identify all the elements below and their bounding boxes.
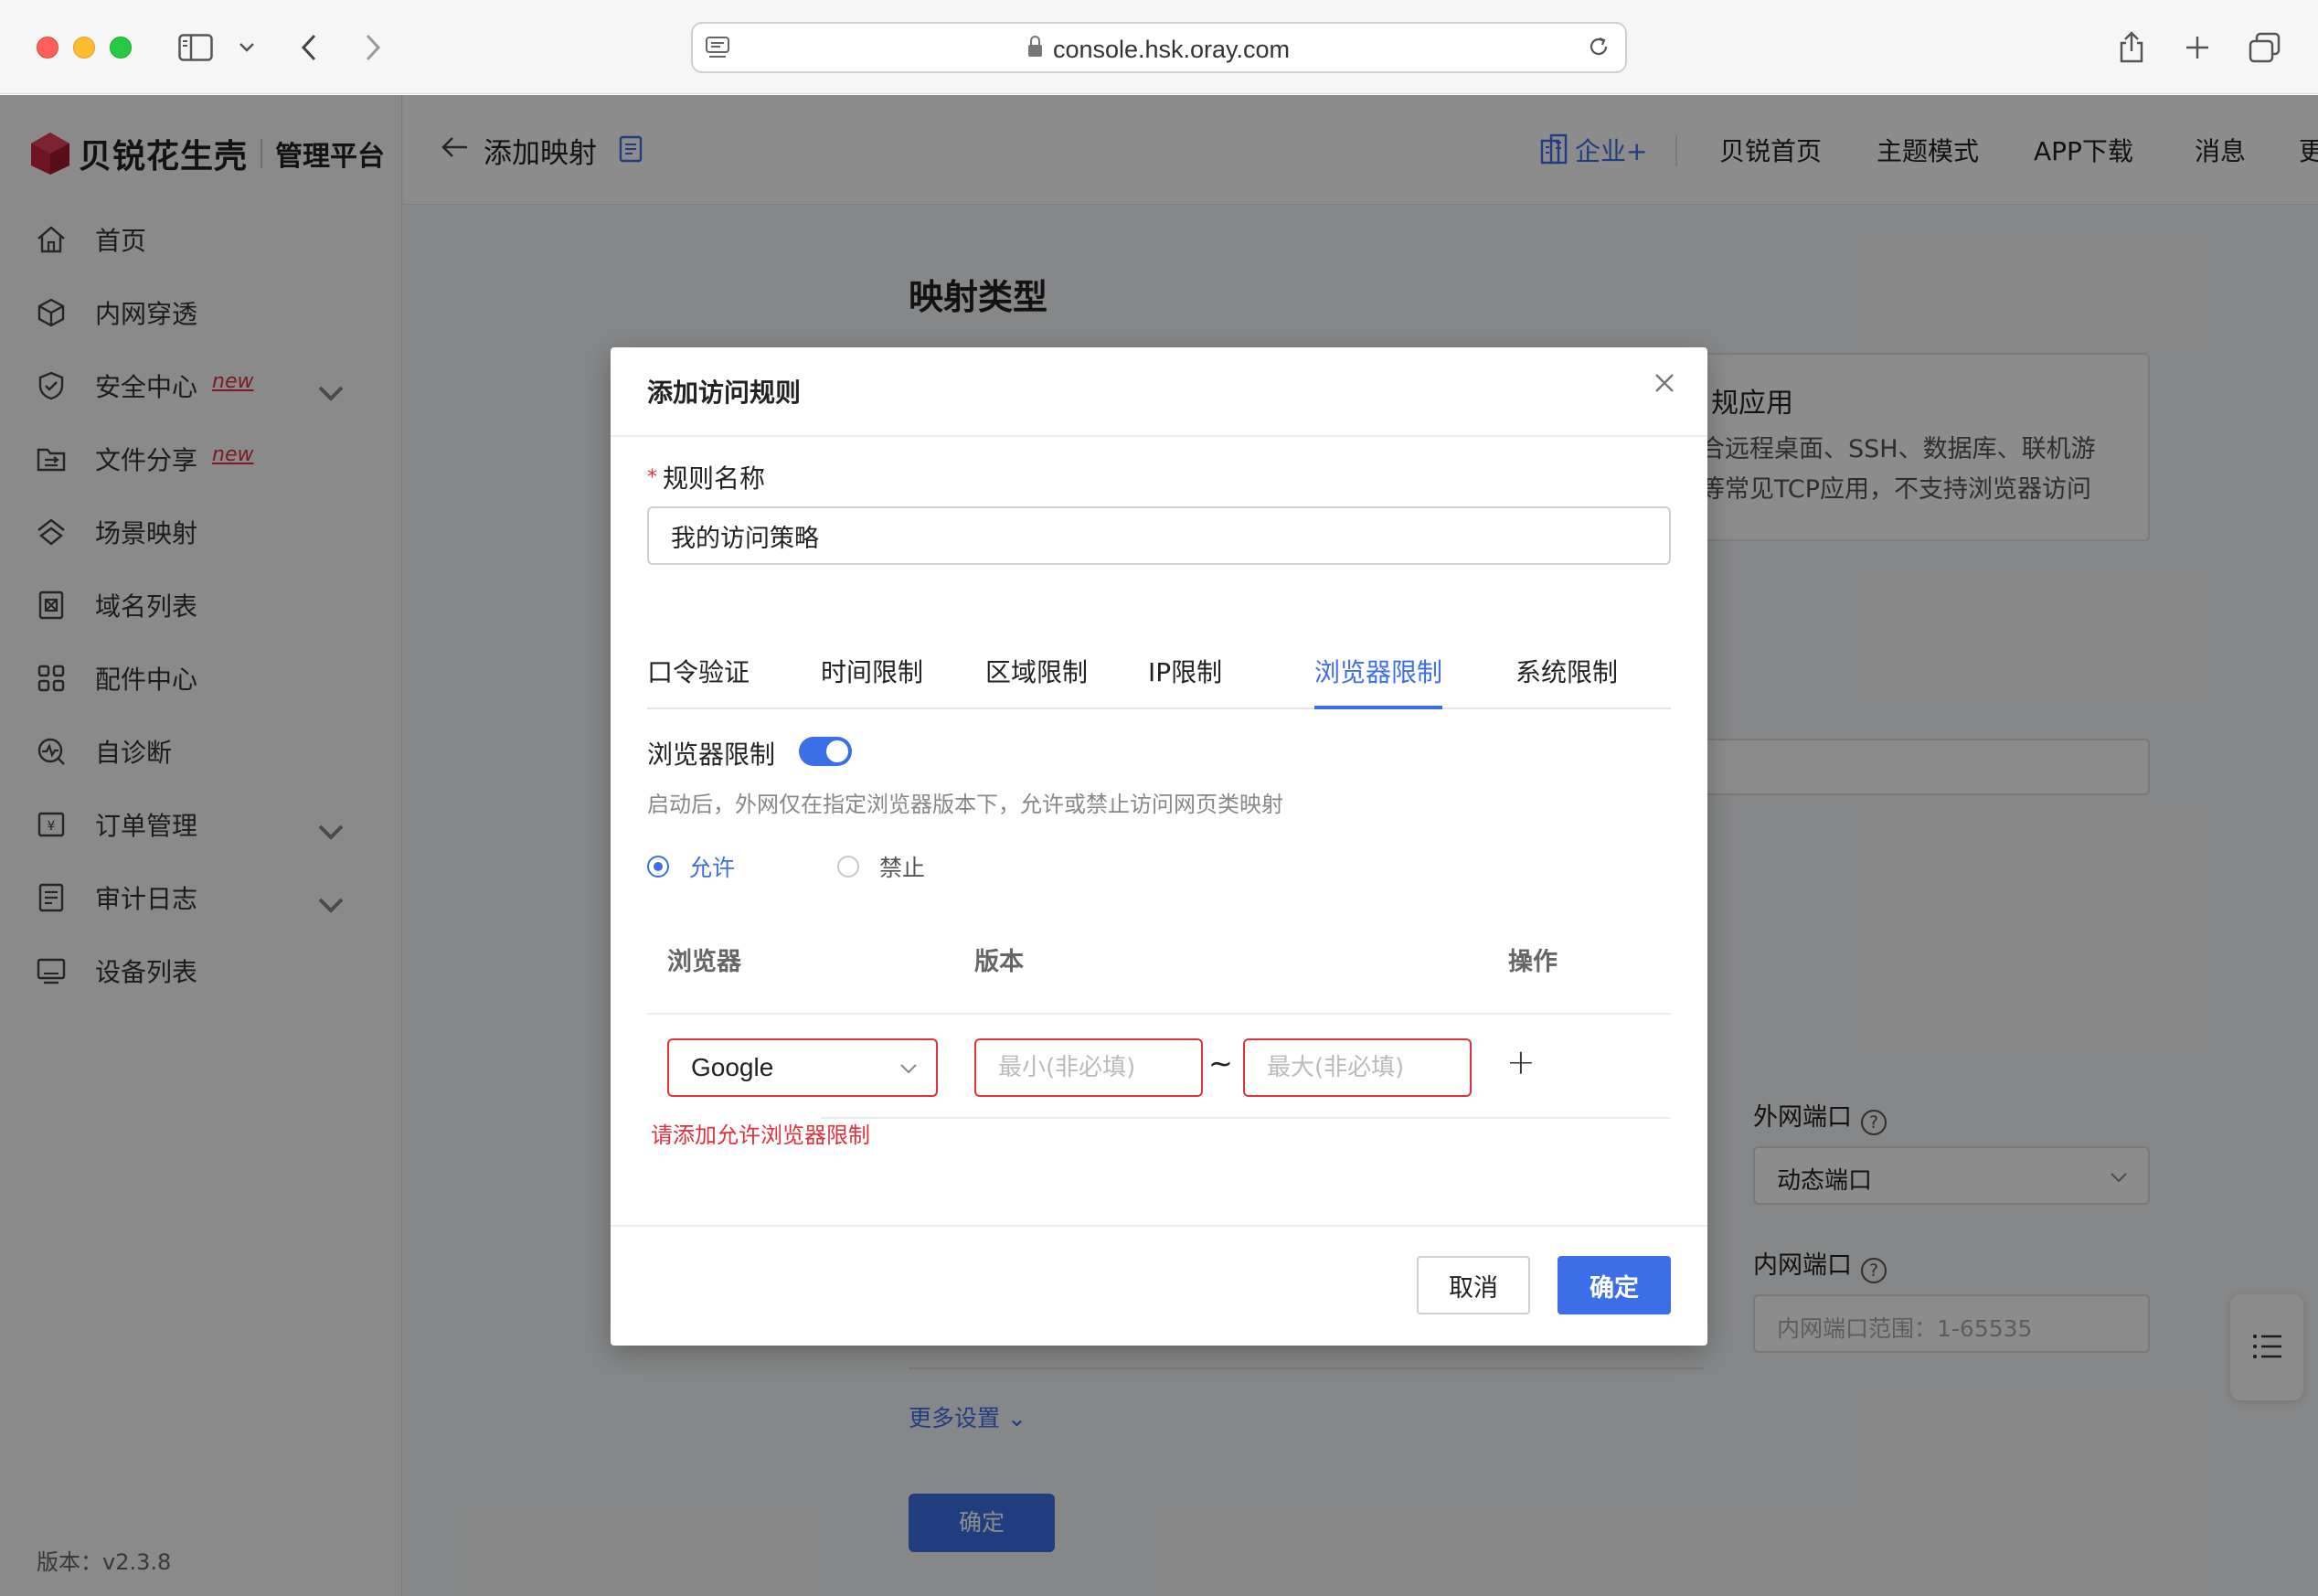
close-icon[interactable] [1651, 369, 1678, 397]
rule-name-label: * 规则名称 [647, 463, 766, 494]
column-header-action: 操作 [1508, 948, 1558, 976]
url-text: console.hsk.oray.com [1052, 36, 1291, 63]
share-icon[interactable] [2111, 27, 2152, 68]
tab-time[interactable]: 时间限制 [821, 653, 923, 709]
confirm-button[interactable]: 确定 [1558, 1256, 1671, 1314]
required-marker: * [647, 466, 657, 489]
restriction-hint: 启动后，外网仅在指定浏览器版本下，允许或禁止访问网页类映射 [647, 792, 1283, 817]
version-range-separator: ~ [1208, 1046, 1233, 1080]
table-divider [647, 1013, 1671, 1015]
sidebar-toggle-icon[interactable] [175, 27, 216, 68]
radio-allow-label: 允许 [689, 855, 736, 881]
minimize-window-button[interactable] [73, 37, 95, 59]
column-header-browser: 浏览器 [667, 948, 741, 976]
lock-icon [1027, 36, 1042, 58]
tab-password[interactable]: 口令验证 [647, 653, 750, 709]
tab-region[interactable]: 区域限制 [985, 653, 1088, 709]
chevron-down-icon [900, 1064, 917, 1074]
back-icon[interactable] [289, 27, 329, 68]
dialog-header: 添加访问规则 [611, 347, 1707, 437]
browser-restriction-label: 浏览器限制 [647, 739, 776, 770]
browser-restriction-toggle[interactable] [799, 737, 852, 766]
reload-icon[interactable] [1587, 35, 1611, 65]
forward-icon[interactable] [353, 27, 393, 68]
zoom-window-button[interactable] [110, 37, 132, 59]
radio-deny[interactable]: 禁止 [837, 850, 925, 883]
row-divider [821, 1117, 1671, 1119]
dialog-title: 添加访问规则 [647, 378, 802, 408]
rule-tabs: 口令验证 时间限制 区域限制 IP限制 浏览器限制 系统限制 [647, 636, 1671, 709]
radio-dot [837, 856, 859, 878]
tab-system[interactable]: 系统限制 [1515, 653, 1618, 709]
browser-toolbar: console.hsk.oray.com [0, 0, 2318, 94]
close-window-button[interactable] [37, 37, 58, 59]
validation-error: 请添加允许浏览器限制 [651, 1123, 870, 1148]
new-tab-icon[interactable] [2177, 27, 2217, 68]
radio-dot [647, 856, 669, 878]
max-version-input[interactable] [1243, 1038, 1472, 1097]
add-rule-dialog: 添加访问规则 *规则名称 口令验证 时间限制 区域限制 IP限制 浏览器限制 系… [611, 347, 1707, 1346]
radio-deny-label: 禁止 [879, 855, 926, 881]
browser-select[interactable]: Google [667, 1038, 938, 1097]
browser-select-value: Google [691, 1053, 774, 1081]
radio-allow[interactable]: 允许 [647, 850, 735, 883]
cancel-button[interactable]: 取消 [1417, 1256, 1530, 1314]
min-version-input[interactable] [974, 1038, 1203, 1097]
chevron-down-icon[interactable] [227, 27, 267, 68]
add-row-button[interactable]: + [1506, 1042, 1536, 1082]
rule-name-input[interactable] [647, 506, 1671, 565]
dialog-footer-divider [611, 1225, 1707, 1227]
tabs-overview-icon[interactable] [2245, 27, 2285, 68]
tab-ip[interactable]: IP限制 [1148, 653, 1222, 709]
column-header-version: 版本 [974, 948, 1024, 976]
tab-browser[interactable]: 浏览器限制 [1314, 653, 1443, 709]
address-bar[interactable]: console.hsk.oray.com [691, 22, 1627, 73]
